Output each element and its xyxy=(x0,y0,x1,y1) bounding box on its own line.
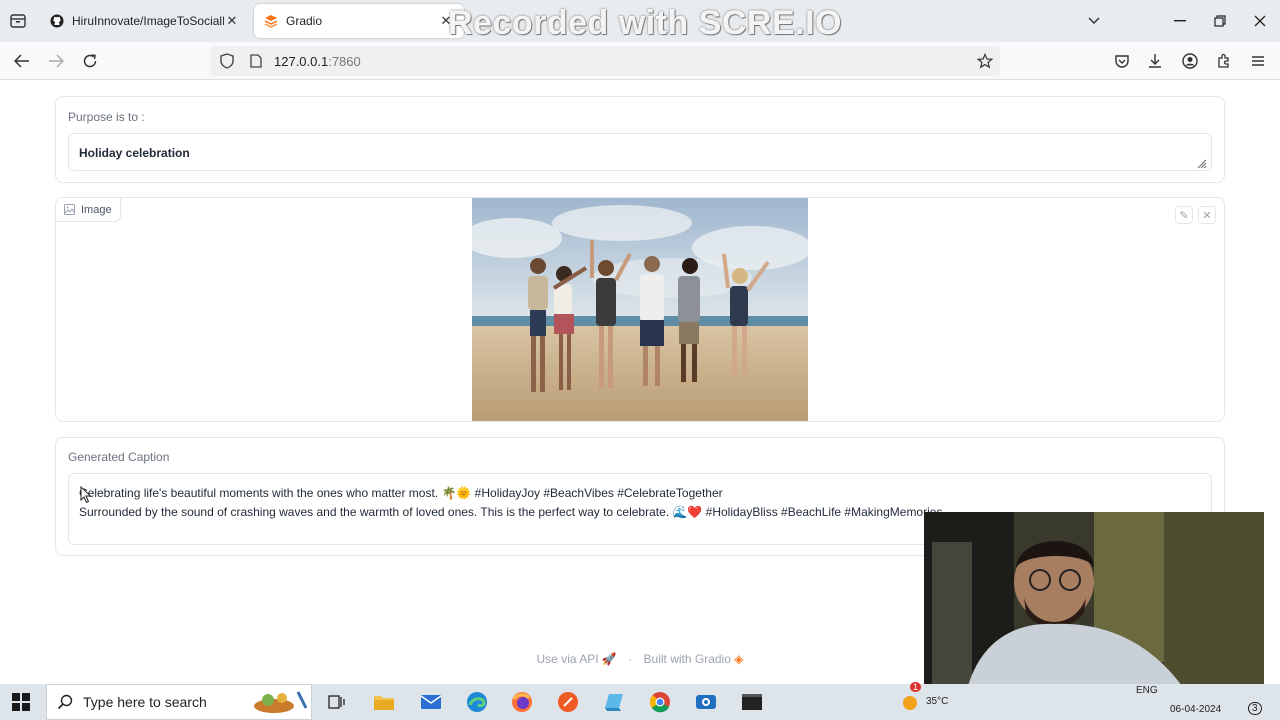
account-icon[interactable] xyxy=(1180,51,1200,71)
search-highlight-icon[interactable] xyxy=(248,690,312,714)
language-indicator[interactable]: ENG xyxy=(1136,685,1158,696)
shield-icon[interactable] xyxy=(220,53,236,69)
edge-browser-icon[interactable] xyxy=(465,690,489,714)
github-icon xyxy=(50,14,64,28)
pocket-icon[interactable] xyxy=(1112,51,1132,71)
gradio-logo-icon: ◈ xyxy=(734,652,744,666)
rocket-icon: 🚀 xyxy=(601,652,617,666)
mouse-cursor-icon xyxy=(80,485,92,509)
windows-start-icon[interactable] xyxy=(12,693,30,711)
tab-github[interactable]: HiruInnovate/ImageToSocialMe ✕ xyxy=(40,4,250,38)
image-label-tag: Image xyxy=(56,198,121,222)
chevron-down-icon[interactable] xyxy=(1084,11,1104,31)
image-block: Image ✎ ✕ xyxy=(55,197,1225,422)
close-tab-icon[interactable]: ✕ xyxy=(224,13,240,29)
back-arrow-icon[interactable] xyxy=(11,50,33,72)
minimize-icon[interactable] xyxy=(1160,0,1200,42)
url-host: 127.0.0.1 xyxy=(274,53,329,69)
extensions-icon[interactable] xyxy=(1214,51,1234,71)
bookmark-star-icon[interactable] xyxy=(976,52,994,70)
image-icon xyxy=(64,204,75,215)
reload-icon[interactable] xyxy=(79,50,101,72)
caption-line-1: Celebrating life's beautiful moments wit… xyxy=(79,486,723,500)
file-explorer-icon[interactable] xyxy=(372,690,396,714)
camera-app-icon[interactable] xyxy=(694,690,718,714)
mail-icon[interactable] xyxy=(419,690,443,714)
tab-list-icon[interactable] xyxy=(8,11,28,31)
search-icon xyxy=(57,694,73,710)
address-bar[interactable]: 127.0.0.1:7860 xyxy=(210,46,1000,76)
weather-icon[interactable] xyxy=(898,690,922,714)
chrome-icon[interactable] xyxy=(648,690,672,714)
use-via-api-label: Use via API xyxy=(536,652,599,666)
system-date[interactable]: 06-04-2024 xyxy=(1170,704,1221,715)
window-controls xyxy=(1160,0,1280,42)
caption-label: Generated Caption xyxy=(68,450,170,464)
firefox-icon[interactable] xyxy=(510,690,534,714)
forward-arrow-icon[interactable] xyxy=(45,50,67,72)
built-with-gradio-label: Built with Gradio xyxy=(643,652,731,666)
recording-watermark: Recorded with SCRE.IO xyxy=(448,4,842,42)
edit-pencil-icon[interactable]: ✎ xyxy=(1175,206,1193,224)
restore-icon[interactable] xyxy=(1200,0,1240,42)
built-with-gradio-link[interactable]: Built with Gradio ◈ xyxy=(644,652,744,666)
windows-taskbar: Type here to search 1 35°C ENG 06-04-202… xyxy=(0,682,1280,720)
app-icon[interactable] xyxy=(602,690,626,714)
weather-temp: 35°C xyxy=(926,696,949,707)
footer-separator: · xyxy=(628,652,633,666)
browser-nav-bar: 127.0.0.1:7860 xyxy=(0,42,1280,80)
image-label: Image xyxy=(81,203,112,216)
clear-image-icon[interactable]: ✕ xyxy=(1198,206,1216,224)
tab-gradio[interactable]: Gradio ✕ xyxy=(254,4,464,38)
close-window-icon[interactable] xyxy=(1240,0,1280,42)
tab-title: HiruInnovate/ImageToSocialMe xyxy=(72,14,224,28)
purpose-input[interactable]: Holiday celebration xyxy=(68,133,1212,171)
download-icon[interactable] xyxy=(1145,51,1165,71)
uploaded-beach-photo xyxy=(472,198,808,421)
purpose-block: Purpose is to : Holiday celebration xyxy=(55,96,1225,183)
terminal-icon[interactable] xyxy=(740,690,764,714)
purpose-label: Purpose is to : xyxy=(68,110,145,124)
browser-tab-bar: HiruInnovate/ImageToSocialMe ✕ Gradio ✕ … xyxy=(0,0,1280,42)
page-info-icon[interactable] xyxy=(250,54,264,68)
purpose-value: Holiday celebration xyxy=(79,146,190,160)
webcam-overlay xyxy=(924,512,1264,704)
tab-title: Gradio xyxy=(286,14,323,28)
postman-icon[interactable] xyxy=(556,690,580,714)
task-view-icon[interactable] xyxy=(325,690,349,714)
url-port: :7860 xyxy=(328,53,361,69)
notification-count[interactable]: 3 xyxy=(1248,702,1262,715)
weather-badge: 1 xyxy=(910,682,922,692)
search-placeholder: Type here to search xyxy=(83,694,207,710)
menu-icon[interactable] xyxy=(1248,51,1268,71)
use-via-api-link[interactable]: Use via API 🚀 xyxy=(537,652,617,666)
gradio-logo-icon xyxy=(264,14,278,28)
resize-handle-icon[interactable] xyxy=(1195,156,1207,169)
